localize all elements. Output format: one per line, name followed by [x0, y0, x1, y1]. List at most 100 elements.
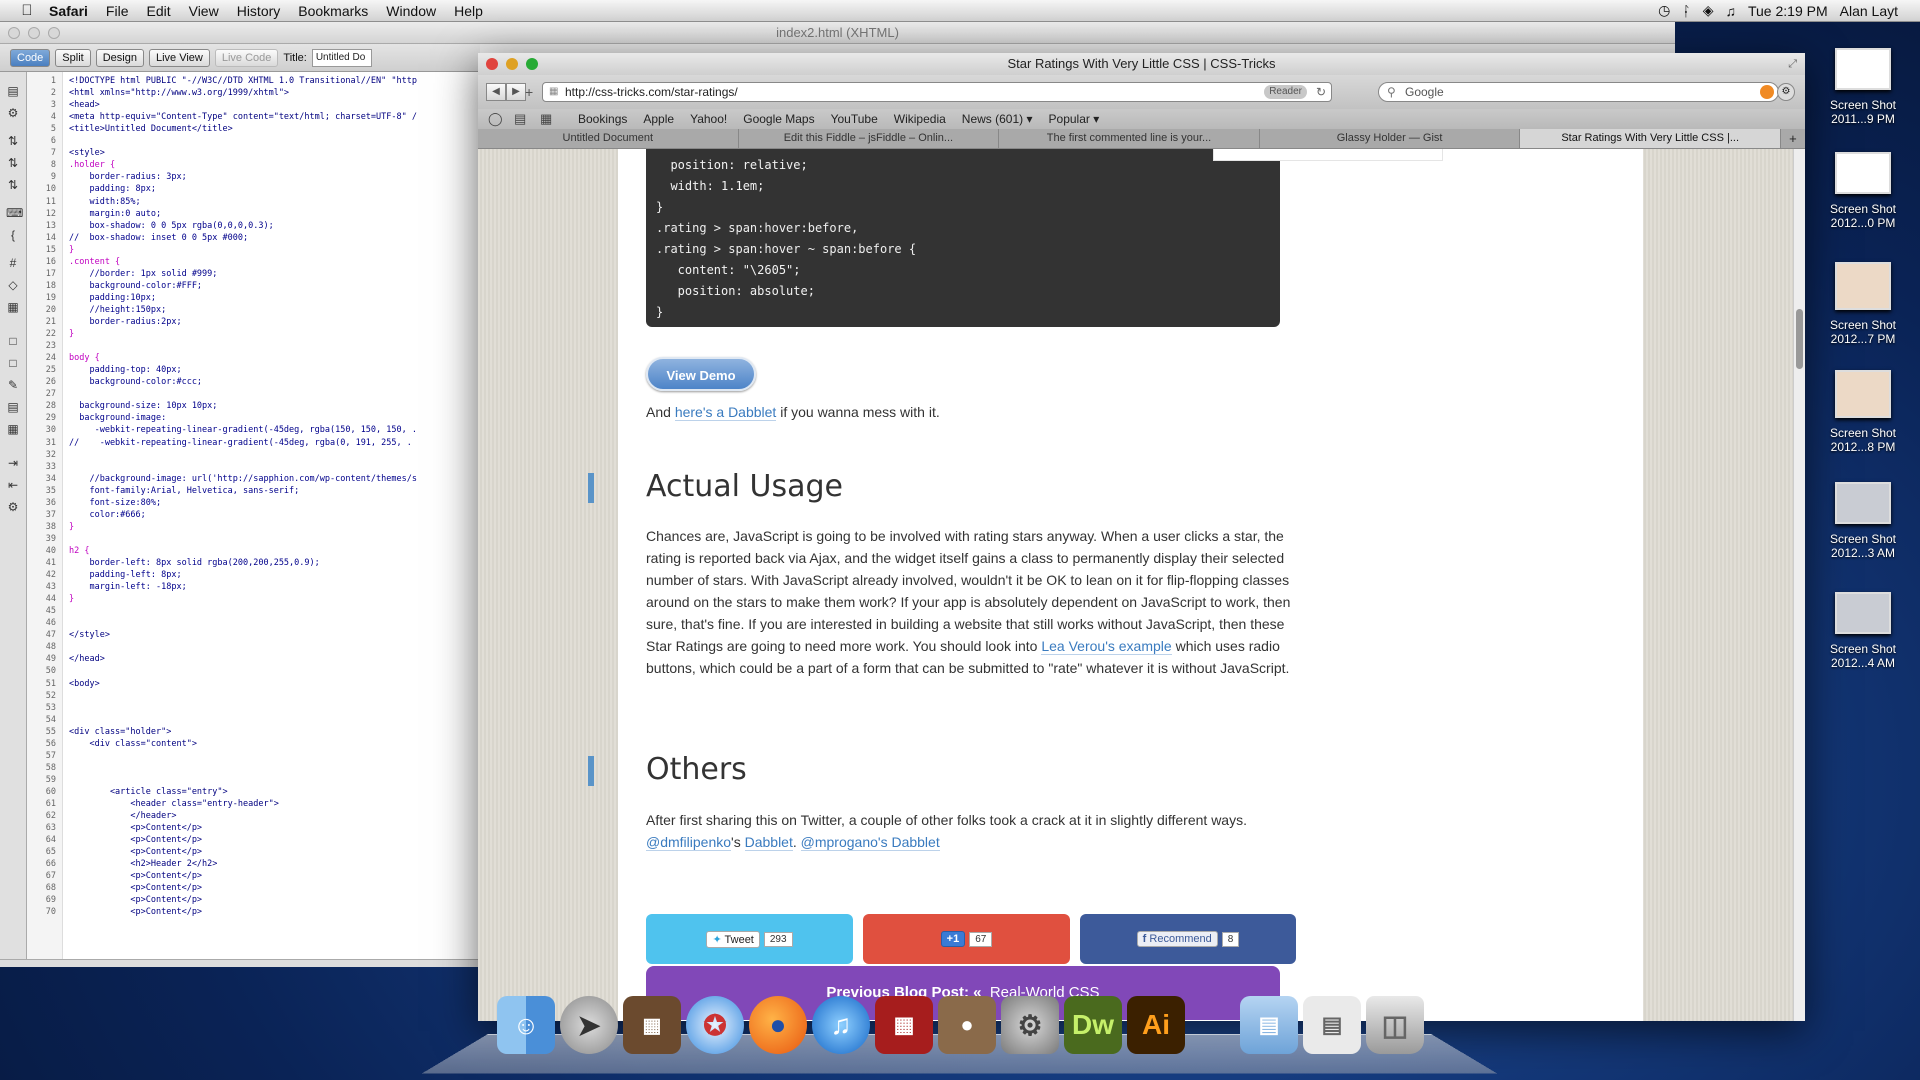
clock[interactable]: Tue 2:19 PM [1748, 3, 1828, 19]
time-machine-icon[interactable]: ◷ [1658, 2, 1670, 19]
line-numbers-icon[interactable]: # [6, 256, 20, 270]
back-button[interactable]: ◀ [486, 83, 506, 101]
indent-icon[interactable]: ⇥ [6, 456, 20, 470]
wifi-icon[interactable]: ◈ [1703, 2, 1714, 19]
facebook-share[interactable]: f Recommend 8 [1080, 914, 1296, 964]
forward-button[interactable]: ▶ [506, 83, 526, 101]
menu-help[interactable]: Help [445, 3, 492, 19]
trash-icon[interactable]: ◫ [1366, 996, 1424, 1054]
wrap-tag-icon[interactable]: ✎ [6, 378, 20, 392]
downloads-stack-icon[interactable]: ▤ [1303, 996, 1361, 1054]
collapse-selection-icon[interactable]: ⇅ [6, 156, 20, 170]
document-title-input[interactable]: Untitled Do [311, 48, 372, 67]
twitter-share[interactable]: ✦ Tweet 293 [646, 914, 853, 964]
tab-first-commented-line[interactable]: The first commented line is your... [999, 129, 1260, 148]
mprogano-dabblet-link[interactable]: @mprogano's Dabblet [800, 834, 940, 851]
illustrator-icon[interactable]: Ai [1127, 996, 1185, 1054]
bookmark-popular[interactable]: Popular ▾ [1049, 112, 1100, 126]
balance-braces-icon[interactable]: { [6, 228, 20, 242]
reader-button[interactable]: Reader [1264, 85, 1307, 99]
launchpad-icon[interactable]: ➤ [560, 996, 618, 1054]
menu-app-safari[interactable]: Safari [40, 3, 97, 19]
dabblet-link-2[interactable]: Dabblet [744, 834, 793, 851]
menu-window[interactable]: Window [377, 3, 445, 19]
highlight-invalid-icon[interactable]: ◇ [6, 278, 20, 292]
user-name[interactable]: Alan Layt [1840, 3, 1898, 19]
minimize-button[interactable] [506, 58, 518, 70]
plus-one-button[interactable]: +1 [940, 931, 966, 947]
desktop-screenshot-3[interactable]: Screen Shot 2012...7 PM [1818, 262, 1908, 346]
system-preferences-icon[interactable]: ⚙ [1001, 996, 1059, 1054]
menu-history[interactable]: History [228, 3, 290, 19]
new-tab-button[interactable]: + [1781, 129, 1805, 148]
expand-all-icon[interactable]: ⇅ [6, 178, 20, 192]
code-view-button[interactable]: Code [10, 48, 51, 67]
bookmark-apple[interactable]: Apple [643, 112, 674, 126]
desktop-screenshot-6[interactable]: Screen Shot 2012...4 AM [1818, 592, 1908, 670]
bookmarks-icon[interactable]: ▤ [514, 111, 526, 127]
minimize-button[interactable] [28, 27, 40, 39]
bookmark-wikipedia[interactable]: Wikipedia [894, 112, 946, 126]
outdent-icon[interactable]: ⇤ [6, 478, 20, 492]
tweet-button[interactable]: ✦ Tweet [706, 930, 760, 948]
split-view-button[interactable]: Split [55, 48, 91, 67]
tab-jsfiddle[interactable]: Edit this Fiddle – jsFiddle – Onlin... [739, 129, 1000, 148]
address-bar[interactable]: + ▦ http://css-tricks.com/star-ratings/ … [525, 82, 1332, 102]
view-demo-button[interactable]: View Demo [646, 357, 756, 391]
iphoto-icon[interactable]: ● [938, 996, 996, 1054]
top-sites-icon[interactable]: ▦ [540, 111, 552, 127]
bluetooth-icon[interactable]: ᛛ [1682, 3, 1690, 19]
applications-folder-icon[interactable]: ▤ [1240, 996, 1298, 1054]
menu-view[interactable]: View [180, 3, 228, 19]
search-field[interactable]: ⚲ Google [1378, 82, 1779, 102]
tab-untitled-document[interactable]: Untitled Document [478, 129, 739, 148]
volume-icon[interactable]: ♫ [1725, 3, 1736, 19]
gplus-share[interactable]: +1 67 [863, 914, 1070, 964]
mission-control-icon[interactable]: ▦ [623, 996, 681, 1054]
safari-icon[interactable]: ✪ [686, 996, 744, 1054]
settings-icon[interactable]: ⚙ [1777, 83, 1795, 101]
itunes-icon[interactable]: ♫ [812, 996, 870, 1054]
open-documents-icon[interactable]: ▤ [6, 84, 20, 98]
dabblet-link[interactable]: here's a Dabblet [674, 404, 777, 421]
apple-menu-icon[interactable]:  [14, 2, 40, 19]
desktop-screenshot-1[interactable]: Screen Shot 2011...9 PM [1818, 48, 1908, 126]
bookmark-yahoo[interactable]: Yahoo! [690, 112, 727, 126]
design-view-button[interactable]: Design [95, 48, 144, 67]
collapse-tag-icon[interactable]: ⇅ [6, 134, 20, 148]
firefox-icon[interactable]: ● [749, 996, 807, 1054]
tab-glassy-holder-gist[interactable]: Glassy Holder — Gist [1260, 129, 1521, 148]
web-page[interactable]: position: relative; width: 1.1em;} .ratin… [478, 149, 1805, 1021]
recent-snippets-icon[interactable]: ▤ [6, 400, 20, 414]
syntax-error-icon[interactable]: ▦ [6, 300, 20, 314]
photo-booth-icon[interactable]: ▦ [875, 996, 933, 1054]
dreamweaver-icon[interactable]: Dw [1064, 996, 1122, 1054]
live-view-button[interactable]: Live View [148, 48, 210, 67]
finder-icon[interactable]: ☺ [497, 996, 555, 1054]
vertical-scrollbar[interactable] [1793, 149, 1805, 1021]
menu-bookmarks[interactable]: Bookmarks [289, 3, 377, 19]
apply-comment-icon[interactable]: □ [6, 334, 20, 348]
add-bookmark-icon[interactable]: + [525, 83, 533, 101]
zoom-button[interactable] [48, 27, 60, 39]
recommend-button[interactable]: f Recommend [1136, 931, 1218, 947]
move-css-icon[interactable]: ▦ [6, 422, 20, 436]
menu-edit[interactable]: Edit [137, 3, 179, 19]
select-parent-tag-icon[interactable]: ⌨ [6, 206, 23, 220]
snapback-icon[interactable] [1760, 85, 1774, 99]
tab-star-ratings[interactable]: Star Ratings With Very Little CSS |... [1520, 129, 1781, 148]
menu-file[interactable]: File [97, 3, 138, 19]
remove-comment-icon[interactable]: □ [6, 356, 20, 370]
lea-verou-link[interactable]: Lea Verou's example [1041, 638, 1172, 655]
file-management-icon[interactable]: ⚙ [6, 106, 20, 120]
reading-list-icon[interactable]: ◯ [488, 111, 503, 127]
bookmark-youtube[interactable]: YouTube [831, 112, 878, 126]
desktop-screenshot-2[interactable]: Screen Shot 2012...0 PM [1818, 152, 1908, 230]
bookmark-google-maps[interactable]: Google Maps [743, 112, 814, 126]
bookmark-news[interactable]: News (601) ▾ [962, 112, 1033, 126]
live-code-button[interactable]: Live Code [214, 48, 279, 67]
desktop-screenshot-4[interactable]: Screen Shot 2012...8 PM [1818, 370, 1908, 454]
format-source-icon[interactable]: ⚙ [6, 500, 20, 514]
close-button[interactable] [486, 58, 498, 70]
close-button[interactable] [8, 27, 20, 39]
